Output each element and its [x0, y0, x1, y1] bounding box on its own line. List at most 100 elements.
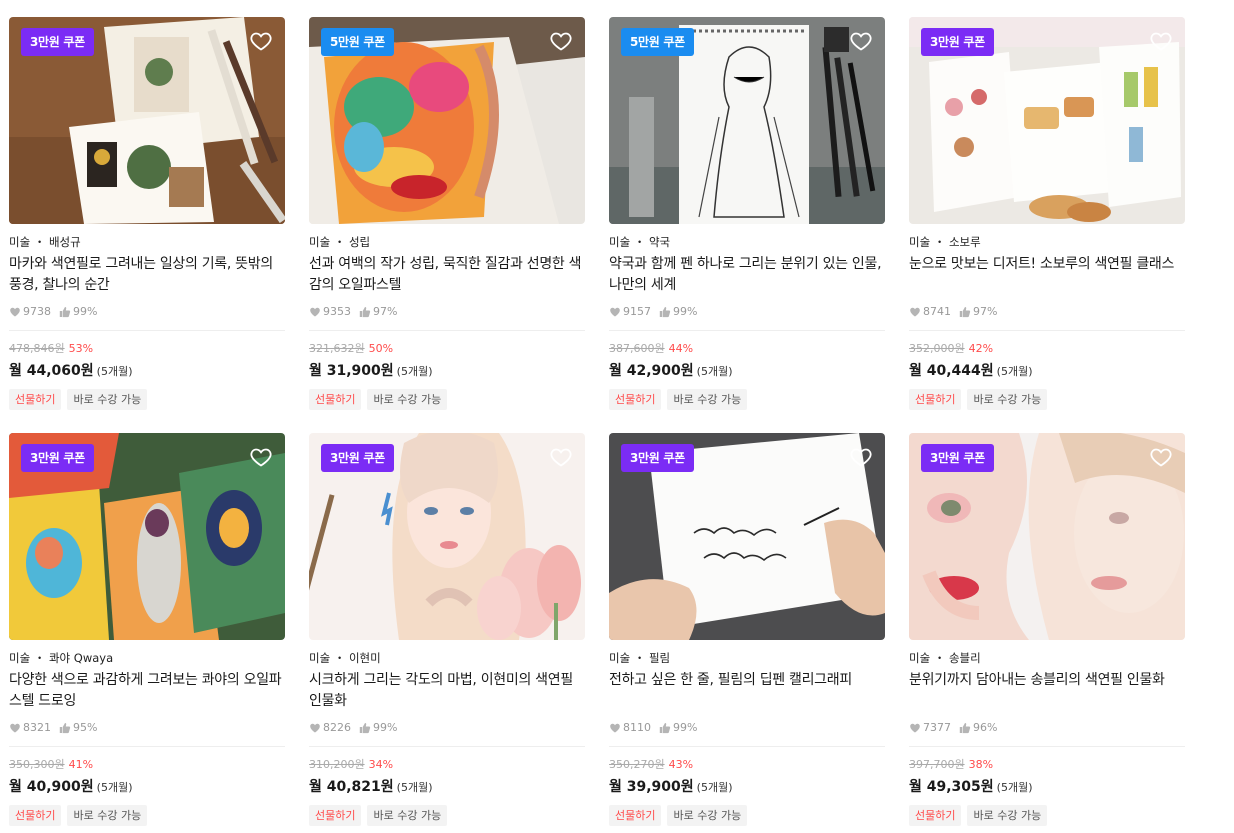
original-price-row: 350,300원 41% [9, 757, 285, 773]
course-title[interactable]: 눈으로 맛보는 디저트! 소보루의 색연필 클래스 [909, 254, 1185, 296]
course-card[interactable]: 5만원 쿠폰 미술 ・ 성립 선과 여백의 작가 성립, 묵직한 질감과 선명한… [309, 17, 585, 410]
rating-percent: 99% [673, 305, 698, 318]
divider [909, 746, 1185, 747]
likes-count: 9738 [23, 305, 51, 318]
course-thumbnail[interactable]: 3만원 쿠폰 [9, 17, 285, 224]
coupon-badge: 3만원 쿠폰 [921, 28, 994, 56]
wishlist-heart-icon[interactable] [1149, 29, 1173, 53]
heart-filled-icon [909, 722, 921, 734]
heart-filled-icon [309, 306, 321, 318]
gift-button[interactable]: 선물하기 [309, 805, 362, 826]
course-title[interactable]: 전하고 싶은 한 줄, 필림의 딥펜 캘리그래피 [609, 670, 885, 712]
wishlist-heart-icon[interactable] [849, 29, 873, 53]
wishlist-heart-icon[interactable] [849, 445, 873, 469]
gift-button[interactable]: 선물하기 [9, 389, 62, 410]
likes-count: 9157 [623, 305, 651, 318]
wishlist-heart-icon[interactable] [549, 29, 573, 53]
coupon-badge: 3만원 쿠폰 [21, 28, 94, 56]
course-card[interactable]: 3만원 쿠폰 미술 ・ 이현미 시크하게 그리는 각도의 마법, 이현미의 색연… [309, 433, 585, 826]
course-stats: 8110 99% [609, 721, 885, 735]
discount-rate: 43% [668, 758, 694, 771]
heart-filled-icon [9, 722, 21, 734]
course-title[interactable]: 시크하게 그리는 각도의 마법, 이현미의 색연필 인물화 [309, 670, 585, 712]
tag-row: 선물하기 바로 수강 가능 [609, 805, 885, 826]
monthly-price: 월 31,900원 [309, 363, 394, 379]
monthly-price-row: 월 42,900원 (5개월) [609, 360, 885, 380]
heart-filled-icon [909, 306, 921, 318]
installment-months: (5개월) [396, 365, 433, 378]
course-thumbnail[interactable]: 5만원 쿠폰 [609, 17, 885, 224]
gift-button[interactable]: 선물하기 [909, 805, 962, 826]
thumbs-up-icon [359, 722, 371, 734]
original-price-row: 397,700원 38% [909, 757, 1185, 773]
rating-percent: 97% [973, 305, 998, 318]
wishlist-heart-icon[interactable] [1149, 445, 1173, 469]
installment-months: (5개월) [396, 781, 433, 794]
divider [609, 330, 885, 331]
heart-filled-icon [9, 306, 21, 318]
course-card[interactable]: 3만원 쿠폰 미술 ・ 배성규 마카와 색연필로 그려내는 일상의 기록, 뜻밖… [9, 17, 285, 410]
installment-months: (5개월) [96, 781, 133, 794]
thumbs-up-icon [59, 722, 71, 734]
course-title[interactable]: 마카와 색연필로 그려내는 일상의 기록, 뜻밖의 풍경, 찰나의 순간 [9, 254, 285, 296]
divider [609, 746, 885, 747]
heart-filled-icon [309, 722, 321, 734]
discount-rate: 41% [68, 758, 94, 771]
course-card[interactable]: 3만원 쿠폰 미술 ・ 송블리 분위기까지 담아내는 송블리의 색연필 인물화 … [909, 433, 1185, 826]
course-thumbnail[interactable]: 3만원 쿠폰 [909, 17, 1185, 224]
course-stats: 9738 99% [9, 305, 285, 319]
course-thumbnail[interactable]: 3만원 쿠폰 [9, 433, 285, 640]
course-thumbnail[interactable]: 5만원 쿠폰 [309, 17, 585, 224]
available-now-tag: 바로 수강 가능 [67, 389, 148, 410]
wishlist-heart-icon[interactable] [249, 445, 273, 469]
divider [909, 330, 1185, 331]
divider [309, 746, 585, 747]
course-card[interactable]: 3만원 쿠폰 미술 ・ 필림 전하고 싶은 한 줄, 필림의 딥펜 캘리그래피 … [609, 433, 885, 826]
rating-percent: 99% [673, 721, 698, 734]
course-card[interactable]: 3만원 쿠폰 미술 ・ 소보루 눈으로 맛보는 디저트! 소보루의 색연필 클래… [909, 17, 1185, 410]
wishlist-heart-icon[interactable] [249, 29, 273, 53]
course-card[interactable]: 3만원 쿠폰 미술 ・ 콰야 Qwaya 다양한 색으로 과감하게 그려보는 콰… [9, 433, 285, 826]
course-thumbnail[interactable]: 3만원 쿠폰 [909, 433, 1185, 640]
rating-percent: 99% [373, 721, 398, 734]
rating-percent: 96% [973, 721, 998, 734]
thumbs-up-icon [659, 722, 671, 734]
course-title[interactable]: 다양한 색으로 과감하게 그려보는 콰야의 오일파스텔 드로잉 [9, 670, 285, 712]
original-price-row: 350,270원 43% [609, 757, 885, 773]
course-stats: 8741 97% [909, 305, 1185, 319]
monthly-price-row: 월 40,444원 (5개월) [909, 360, 1185, 380]
gift-button[interactable]: 선물하기 [9, 805, 62, 826]
rating-percent: 97% [373, 305, 398, 318]
rating-percent: 95% [73, 721, 98, 734]
thumbs-up-icon [659, 306, 671, 318]
course-title[interactable]: 분위기까지 담아내는 송블리의 색연필 인물화 [909, 670, 1185, 712]
original-price-row: 387,600원 44% [609, 341, 885, 357]
monthly-price-row: 월 31,900원 (5개월) [309, 360, 585, 380]
course-stats: 7377 96% [909, 721, 1185, 735]
discount-rate: 38% [968, 758, 994, 771]
original-price-row: 478,846원 53% [9, 341, 285, 357]
course-card[interactable]: 5만원 쿠폰 미술 ・ 약국 약국과 함께 펜 하나로 그리는 분위기 있는 인… [609, 17, 885, 410]
course-thumbnail[interactable]: 3만원 쿠폰 [309, 433, 585, 640]
installment-months: (5개월) [996, 781, 1033, 794]
course-title[interactable]: 약국과 함께 펜 하나로 그리는 분위기 있는 인물, 나만의 세계 [609, 254, 885, 296]
gift-button[interactable]: 선물하기 [609, 805, 662, 826]
original-price: 310,200원 [309, 758, 365, 771]
monthly-price: 월 39,900원 [609, 779, 694, 795]
monthly-price: 월 49,305원 [909, 779, 994, 795]
installment-months: (5개월) [96, 365, 133, 378]
course-thumbnail[interactable]: 3만원 쿠폰 [609, 433, 885, 640]
gift-button[interactable]: 선물하기 [909, 389, 962, 410]
gift-button[interactable]: 선물하기 [309, 389, 362, 410]
course-category: 미술 ・ 약국 [609, 235, 671, 249]
available-now-tag: 바로 수강 가능 [667, 389, 748, 410]
gift-button[interactable]: 선물하기 [609, 389, 662, 410]
coupon-badge: 3만원 쿠폰 [321, 444, 394, 472]
course-title[interactable]: 선과 여백의 작가 성립, 묵직한 질감과 선명한 색감의 오일파스텔 [309, 254, 585, 296]
discount-rate: 53% [68, 342, 94, 355]
original-price: 350,270원 [609, 758, 665, 771]
monthly-price: 월 40,444원 [909, 363, 994, 379]
original-price: 387,600원 [609, 342, 665, 355]
thumbs-up-icon [59, 306, 71, 318]
wishlist-heart-icon[interactable] [549, 445, 573, 469]
